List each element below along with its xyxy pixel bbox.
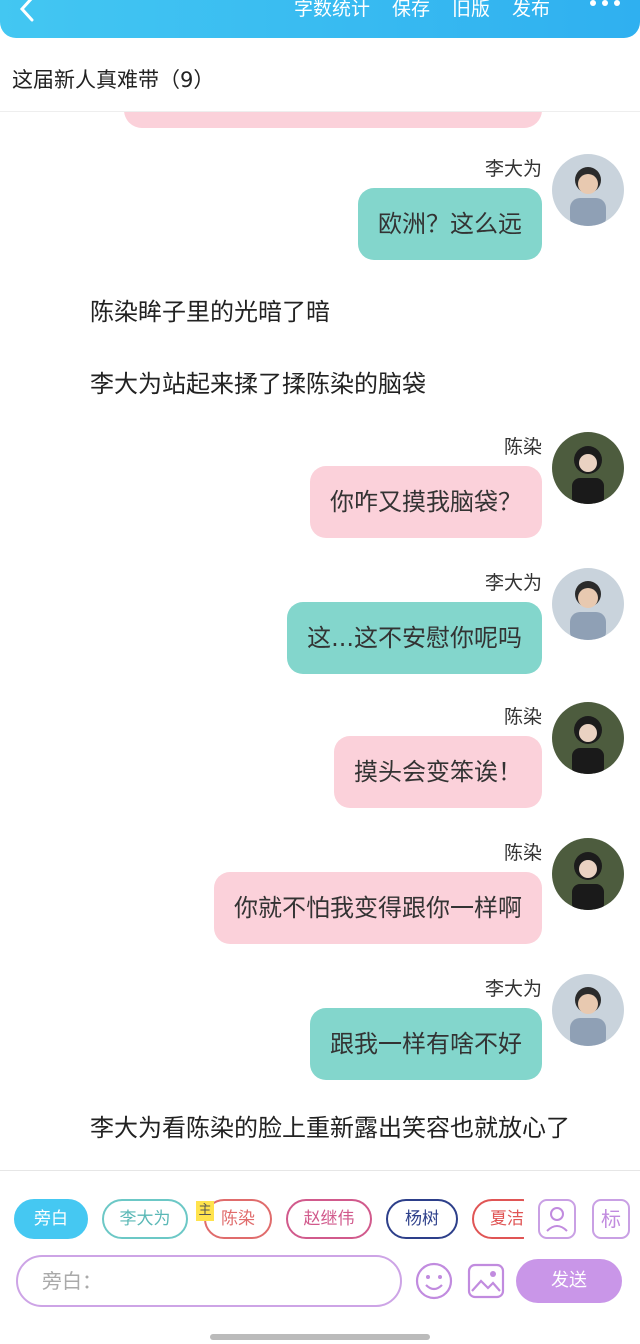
- speaker-name: 李大为: [484, 978, 542, 1000]
- publish-button[interactable]: 发布: [512, 0, 550, 21]
- character-chip-li-dawei[interactable]: 李大为: [102, 1199, 188, 1239]
- speaker-name: 陈染: [503, 842, 542, 864]
- save-button[interactable]: 保存: [392, 0, 430, 21]
- message-bubble: 跟我一样有啥不好: [310, 1008, 542, 1080]
- add-character-button[interactable]: [538, 1199, 576, 1239]
- character-chip-chen-ran[interactable]: 陈染: [204, 1199, 272, 1239]
- speaker-name: 李大为: [484, 158, 542, 180]
- narration-text: 陈染眸子里的光暗了暗: [90, 298, 330, 326]
- home-indicator: [210, 1334, 430, 1340]
- message-bubble: 欧洲？这么远: [358, 188, 542, 260]
- speaker-name: 李大为: [484, 572, 542, 594]
- character-chip-zhao-jiwei[interactable]: 赵继伟: [286, 1199, 372, 1239]
- title-bar: 这届新人真难带（9）: [0, 46, 640, 112]
- top-bar: 字数统计 保存 旧版 发布: [0, 0, 640, 38]
- message-input[interactable]: 旁白：: [16, 1255, 402, 1307]
- character-chip-narrator[interactable]: 旁白: [14, 1199, 88, 1239]
- avatar[interactable]: [552, 432, 624, 504]
- more-icon[interactable]: [590, 0, 620, 6]
- avatar[interactable]: [552, 154, 624, 226]
- speaker-name: 陈染: [503, 436, 542, 458]
- avatar[interactable]: [552, 568, 624, 640]
- message-bubble: 你就不怕我变得跟你一样啊: [214, 872, 542, 944]
- main-character-tag: 主: [196, 1201, 214, 1221]
- page-title: 这届新人真难带（9）: [12, 68, 215, 92]
- partial-bubble: [124, 112, 542, 128]
- message-bubble: 你咋又摸我脑袋？: [310, 466, 542, 538]
- word-count-button[interactable]: 字数统计: [294, 0, 370, 21]
- send-button[interactable]: 发送: [516, 1259, 622, 1303]
- old-version-button[interactable]: 旧版: [452, 0, 490, 21]
- character-selector[interactable]: 旁白 李大为 陈染 赵继伟 杨树 夏洁: [14, 1199, 524, 1243]
- character-chip-xia-jie[interactable]: 夏洁: [472, 1199, 524, 1239]
- speaker-name: 陈染: [503, 706, 542, 728]
- message-bubble: 摸头会变笨诶！: [334, 736, 542, 808]
- avatar[interactable]: [552, 974, 624, 1046]
- narration-text: 李大为站起来揉了揉陈染的脑袋: [90, 370, 426, 398]
- chat-area[interactable]: 李大为 欧洲？这么远 陈染眸子里的光暗了暗 李大为站起来揉了揉陈染的脑袋 陈染 …: [0, 112, 640, 1170]
- composer: 旁白 李大为 陈染 赵继伟 杨树 夏洁 主 标 旁白： 发送: [0, 1170, 640, 1344]
- avatar[interactable]: [552, 702, 624, 774]
- person-icon: [546, 1207, 568, 1232]
- emoji-icon[interactable]: [414, 1261, 454, 1301]
- avatar[interactable]: [552, 838, 624, 910]
- back-icon[interactable]: [14, 0, 40, 24]
- character-chip-yang-shu[interactable]: 杨树: [386, 1199, 458, 1239]
- mark-button[interactable]: 标: [592, 1199, 630, 1239]
- narration-text: 李大为看陈染的脸上重新露出笑容也就放心了: [90, 1114, 570, 1142]
- image-icon[interactable]: [466, 1261, 506, 1301]
- message-bubble: 这...这不安慰你呢吗: [287, 602, 542, 674]
